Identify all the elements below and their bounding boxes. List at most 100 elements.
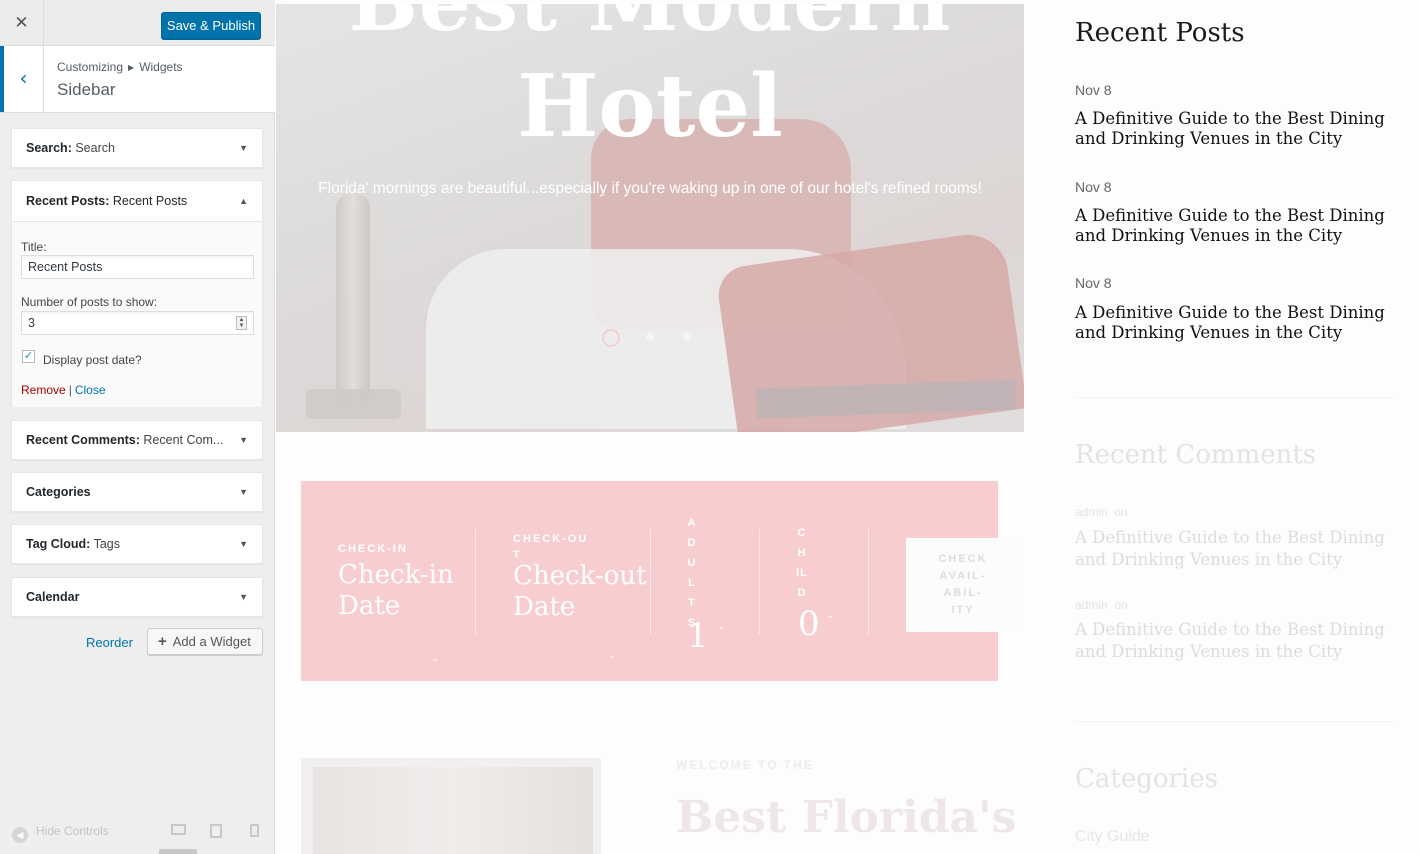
remove-link[interactable]: Remove <box>21 383 66 397</box>
breadcrumb-separator-icon: ▶ <box>128 63 135 72</box>
chevron-down-icon: ⌄ <box>431 653 440 664</box>
collapse-arrow-icon[interactable]: ▲ <box>239 181 248 221</box>
back-arrow-icon[interactable]: ‹ <box>0 46 44 112</box>
widget-tag-cloud[interactable]: Tag Cloud: Tags ▼ <box>11 524 263 564</box>
divider <box>759 529 760 634</box>
comment-post-link[interactable]: A Definitive Guide to the Best Dining an… <box>1075 619 1395 663</box>
number-value: 3 <box>28 316 35 330</box>
desktop-preview-icon[interactable] <box>171 824 186 835</box>
checkout-label: CHECK-OU <box>513 533 589 545</box>
actions-separator: | <box>68 383 72 397</box>
divider <box>475 529 476 634</box>
divider <box>650 529 651 634</box>
widget-actions: Remove | Close <box>21 383 106 397</box>
add-widget-button[interactable]: + Add a Widget <box>147 628 263 655</box>
widget-recent-posts-header[interactable]: Recent Posts: Recent Posts ▲ <box>12 181 262 222</box>
tablet-preview-icon[interactable] <box>210 824 222 838</box>
button-line: AVAIL- <box>939 570 987 582</box>
adults-label: ADULTS <box>687 517 697 629</box>
checkin-label: CHECK-IN <box>338 543 408 555</box>
display-date-label: Display post date? <box>43 353 142 367</box>
widget-calendar[interactable]: Calendar ▼ <box>11 577 263 617</box>
slider-dot[interactable] <box>646 333 654 341</box>
welcome-image <box>313 767 593 854</box>
chevron-down-icon: ⌄ <box>717 621 726 632</box>
hide-controls-label: Hide Controls <box>36 824 109 838</box>
add-widget-label: Add a Widget <box>172 634 251 649</box>
expand-arrow-icon[interactable]: ▼ <box>239 421 248 459</box>
hide-controls-icon: ◀ <box>12 827 28 843</box>
welcome-image-frame <box>301 758 601 854</box>
expand-arrow-icon[interactable]: ▼ <box>239 473 248 511</box>
welcome-title: Best Florida's <box>676 792 1017 843</box>
post-link[interactable]: A Definitive Guide to the Best Dining an… <box>1075 109 1395 149</box>
hero-title-line2: Hotel <box>517 56 783 157</box>
button-line: ITY <box>951 604 975 616</box>
number-input[interactable]: 3 ▲ ▼ <box>21 311 254 335</box>
breadcrumb-item: Widgets <box>139 60 183 74</box>
divider <box>868 529 869 634</box>
slider-dot[interactable] <box>683 333 691 341</box>
checkin-value: Check-in <box>338 560 454 590</box>
widget-divider <box>1075 721 1395 722</box>
comment-post-link[interactable]: A Definitive Guide to the Best Dining an… <box>1075 527 1395 571</box>
widget-type: Tag Cloud: <box>26 537 91 551</box>
widget-categories[interactable]: Categories ▼ <box>11 472 263 512</box>
widget-type: Search: <box>26 141 72 155</box>
comment-on: on <box>1114 505 1128 519</box>
checkin-value-2: Date <box>338 591 401 621</box>
display-date-checkbox[interactable]: ✓ <box>22 350 35 363</box>
post-date: Nov 8 <box>1075 179 1112 195</box>
checkout-value: Check-out <box>513 561 647 591</box>
checkin-field[interactable]: CHECK-IN Check-in Date ⌄ <box>338 543 454 664</box>
customizer-sidebar: ✕ Save & Publish ‹ Customizing ▶ Widgets S… <box>0 0 275 854</box>
post-link[interactable]: A Definitive Guide to the Best Dining an… <box>1075 206 1395 246</box>
widget-recent-comments[interactable]: Recent Comments: Recent Com... ▼ <box>11 420 263 460</box>
booking-form: CHECK-IN Check-in Date ⌄ CHECK-OU T Chec… <box>301 481 1020 681</box>
post-link[interactable]: A Definitive Guide to the Best Dining an… <box>1075 303 1395 343</box>
widget-title: Tags <box>93 537 120 551</box>
customizer-footer: ◀ Hide Controls <box>0 812 275 854</box>
checkout-field[interactable]: CHECK-OU T Check-out Date ⌄ <box>513 533 647 661</box>
widget-title: Recent Com... <box>143 433 224 447</box>
comment-author[interactable]: admin <box>1075 598 1108 612</box>
expand-arrow-icon[interactable]: ▼ <box>239 525 248 563</box>
child-value: 0 <box>798 604 820 644</box>
widget-divider <box>1075 397 1395 398</box>
checkout-value-2: Date <box>513 592 576 622</box>
widget-type: Calendar <box>26 590 80 604</box>
expand-arrow-icon[interactable]: ▼ <box>239 129 248 167</box>
widget-form: Title: Recent Posts Number of posts to s… <box>12 222 262 407</box>
expand-arrow-icon[interactable]: ▼ <box>239 578 248 616</box>
adults-field[interactable]: ADULTS 1 ⌄ <box>686 513 736 663</box>
comment-author[interactable]: admin <box>1075 505 1108 519</box>
category-link[interactable]: City Guide <box>1075 828 1150 846</box>
widget-type: Categories <box>26 485 91 499</box>
site-preview: Best Modern Hotel Florida' mornings are … <box>276 0 1419 854</box>
spinner-icon[interactable]: ▲ ▼ <box>236 316 247 330</box>
widget-recent-posts: Recent Posts: Recent Posts ▲ Title: Rece… <box>11 180 263 407</box>
section-title: Sidebar <box>57 80 116 99</box>
check-availability-button[interactable]: CHECK AVAIL- ABIL- ITY <box>906 538 1020 632</box>
button-line: ABIL- <box>943 587 983 599</box>
reorder-link[interactable]: Reorder <box>86 635 133 650</box>
close-link[interactable]: Close <box>75 383 106 397</box>
save-publish-button[interactable]: Save & Publish <box>161 12 261 39</box>
mobile-preview-icon[interactable] <box>250 824 259 837</box>
widget-title: Search <box>75 141 115 155</box>
child-field[interactable]: CHILD 0 ⌄ <box>796 523 846 663</box>
section-header: ‹ Customizing ▶ Widgets Sidebar <box>0 46 275 113</box>
plus-icon: + <box>158 633 167 650</box>
widget-type: Recent Posts: <box>26 194 110 208</box>
close-icon[interactable]: ✕ <box>0 0 44 46</box>
comment-meta: admin on <box>1075 598 1128 612</box>
post-date: Nov 8 <box>1075 82 1112 98</box>
widget-search[interactable]: Search: Search ▼ <box>11 128 263 168</box>
slider-dot-active[interactable] <box>602 329 620 347</box>
hide-controls-button[interactable]: ◀ Hide Controls <box>12 824 109 843</box>
title-label: Title: <box>21 240 47 254</box>
recent-comments-title: Recent Comments <box>1075 440 1317 470</box>
title-input[interactable]: Recent Posts <box>21 255 254 279</box>
chevron-down-icon: ⌄ <box>826 610 835 621</box>
recent-posts-title: Recent Posts <box>1075 18 1245 48</box>
